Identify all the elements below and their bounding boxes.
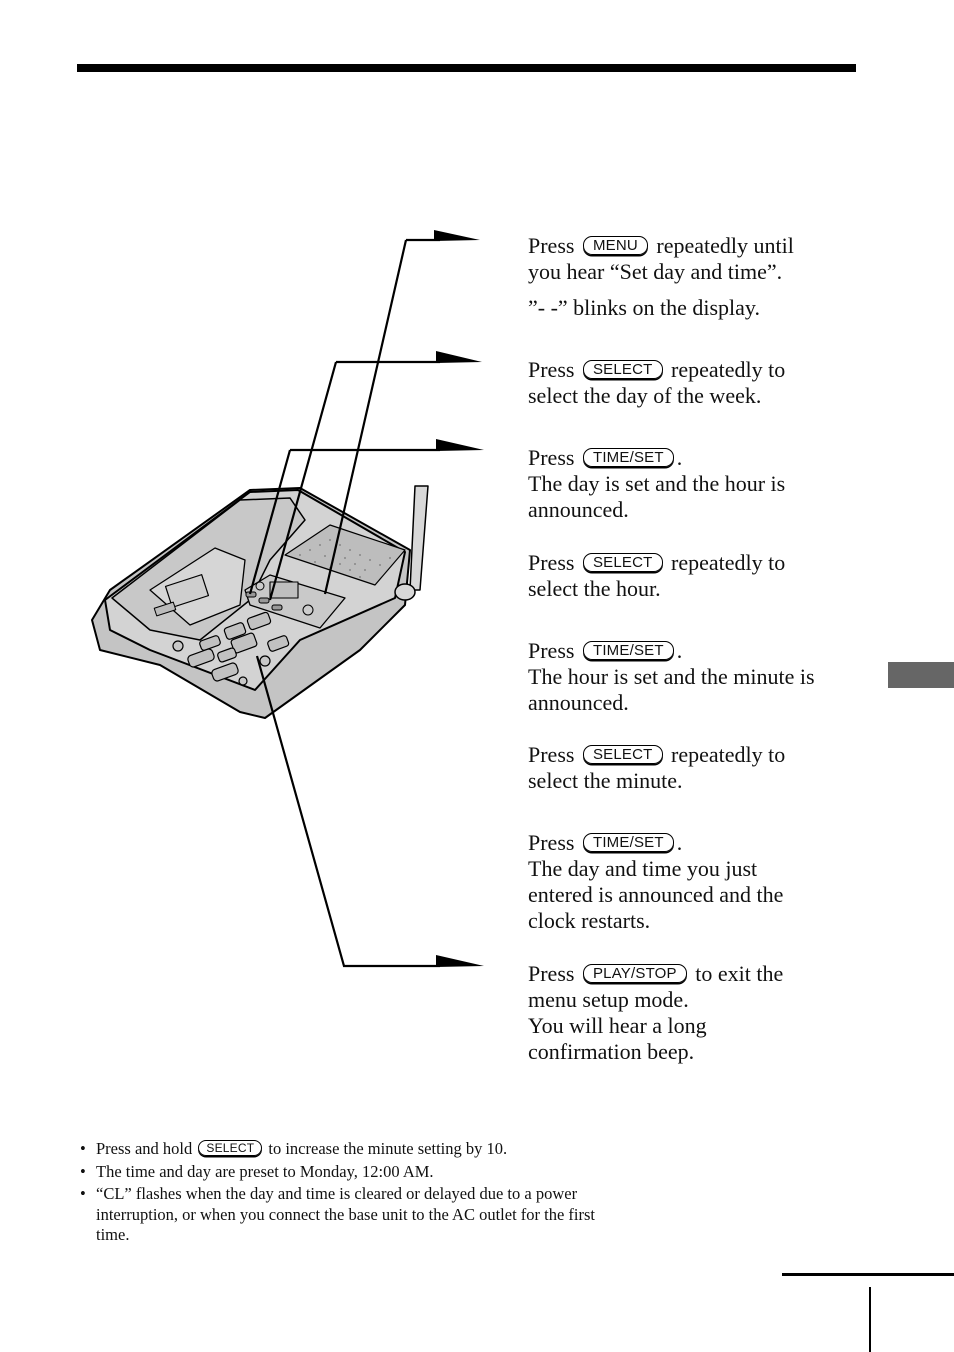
menu-key-label: MENU [582, 236, 648, 255]
bullet-icon: • [80, 1184, 86, 1203]
select-key-label: SELECT [582, 553, 663, 572]
callout-arrowheads [434, 230, 484, 967]
arrowhead-icon [436, 439, 484, 451]
step-text: Press [528, 550, 575, 575]
step-text: repeatedly to [671, 357, 786, 382]
note-text: to increase the minute setting by 10. [268, 1139, 508, 1158]
step-text: The day and time you just [528, 856, 758, 881]
step-text: Press [528, 830, 575, 855]
playstop-key-label: PLAY/STOP [582, 964, 687, 983]
step-text: . [676, 830, 683, 855]
select-key-label: SELECT [582, 745, 663, 764]
phone-base-unit [91, 485, 429, 719]
step-menu: Press MENU repeatedly until you hear “Se… [528, 233, 794, 321]
step-text: Press [528, 357, 575, 382]
step-text: You will hear a long [528, 1013, 707, 1038]
step-timeset-day: Press TIME/SET. The day is set and the h… [528, 445, 785, 523]
step-select-day: Press SELECT repeatedly to select the da… [528, 357, 785, 409]
step-text: The hour is set and the minute is [528, 664, 815, 689]
note-text: The time and day are preset to Monday, 1… [96, 1161, 434, 1181]
note-text: time. [96, 1225, 130, 1244]
notes-list: • Press and hold SELECT to increase the … [80, 1139, 730, 1246]
select-key-label: SELECT [582, 360, 663, 379]
step-text: repeatedly to [671, 550, 786, 575]
step-text: select the day of the week. [528, 383, 762, 408]
step-playstop: Press PLAY/STOP to exit the menu setup m… [528, 961, 783, 1065]
step-text: clock restarts. [528, 908, 651, 933]
step-text: select the hour. [528, 576, 661, 601]
step-text: confirmation beep. [528, 1039, 695, 1064]
note-item: • The time and day are preset to Monday,… [80, 1162, 730, 1183]
step-text: . [676, 638, 683, 663]
step-text: repeatedly to [671, 742, 786, 767]
arrowhead-icon [436, 351, 482, 363]
step-text: menu setup mode. [528, 987, 689, 1012]
step-text: announced. [528, 690, 629, 715]
step-select-minute: Press SELECT repeatedly to select the mi… [528, 742, 785, 794]
step-note: ”- -” blinks on the display. [528, 295, 760, 320]
arrowhead-icon [434, 230, 480, 241]
bullet-icon: • [80, 1161, 86, 1181]
step-text: Press [528, 961, 575, 986]
step-text: Press [528, 742, 575, 767]
step-text: The day is set and the hour is [528, 471, 786, 496]
step-timeset-hour: Press TIME/SET. The hour is set and the … [528, 638, 815, 716]
select-key-label: SELECT [198, 1140, 263, 1156]
step-text: repeatedly until [656, 233, 794, 258]
step-text: Press [528, 445, 575, 470]
note-text: interruption, or when you connect the ba… [96, 1204, 596, 1224]
note-text: “CL” flashes when the day and time is cl… [96, 1184, 578, 1203]
bullet-icon: • [80, 1139, 86, 1158]
step-text: entered is announced and the [528, 882, 784, 907]
step-text: announced. [528, 497, 629, 522]
note-text: Press and hold [96, 1139, 193, 1158]
step-text: select the minute. [528, 768, 683, 793]
timeset-key-label: TIME/SET [582, 641, 674, 660]
timeset-key-label: TIME/SET [582, 833, 674, 852]
step-text: Press [528, 638, 575, 663]
timeset-key-label: TIME/SET [582, 448, 674, 467]
step-select-hour: Press SELECT repeatedly to select the ho… [528, 550, 785, 602]
step-text: Press [528, 233, 575, 258]
step-text: to exit the [695, 961, 784, 986]
step-timeset-minute: Press TIME/SET. The day and time you jus… [528, 830, 783, 934]
arrowhead-icon [436, 955, 484, 967]
note-item: • “CL” flashes when the day and time is … [80, 1184, 730, 1246]
step-text: . [676, 445, 683, 470]
step-text: you hear “Set day and time”. [528, 259, 783, 284]
note-item: • Press and hold SELECT to increase the … [80, 1139, 730, 1160]
